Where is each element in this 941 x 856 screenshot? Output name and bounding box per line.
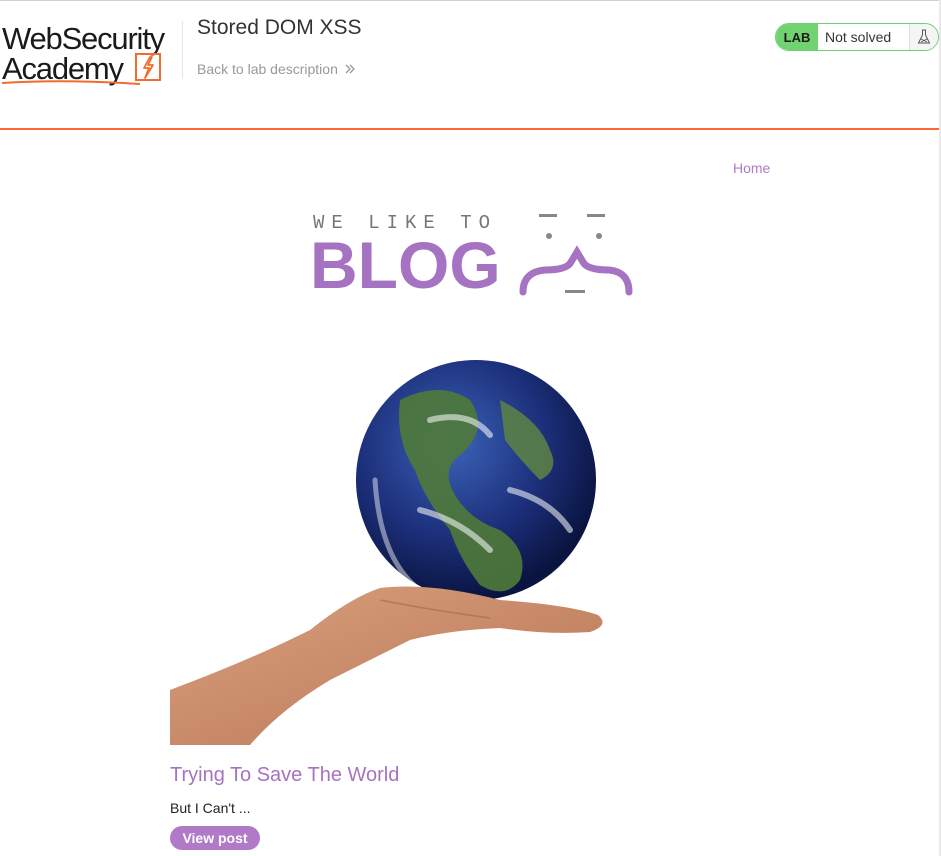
post-summary: But I Can't ... xyxy=(170,800,251,816)
logo-swoosh-icon xyxy=(2,80,141,85)
view-post-button[interactable]: View post xyxy=(170,826,260,850)
lab-header: WebSecurity Academy Stored DOM XSS Back … xyxy=(0,0,941,130)
back-to-lab-description-link[interactable]: Back to lab description xyxy=(197,61,356,77)
flask-icon xyxy=(917,29,931,44)
logo-text-line1: WebSecurity xyxy=(2,21,165,56)
blog-face-icon xyxy=(519,214,633,296)
page: WebSecurity Academy Stored DOM XSS Back … xyxy=(0,0,941,856)
nav-home-link[interactable]: Home xyxy=(733,160,770,176)
post-image[interactable] xyxy=(170,360,610,745)
chevron-double-right-icon xyxy=(345,64,355,74)
back-link-label: Back to lab description xyxy=(197,61,338,77)
banner-blog-word: BLOG xyxy=(310,228,501,302)
web-security-academy-logo[interactable]: WebSecurity Academy xyxy=(2,21,180,87)
blog-banner: WE LIKE TO BLOG xyxy=(310,208,640,304)
lab-badge: LAB xyxy=(776,24,818,50)
globe-in-hand-image xyxy=(170,360,603,745)
header-divider xyxy=(182,21,183,79)
flask-icon-cell xyxy=(909,24,938,50)
post-title-link[interactable]: Trying To Save The World xyxy=(170,764,399,787)
lab-status-text: Not solved xyxy=(825,29,892,45)
lab-title: Stored DOM XSS xyxy=(197,16,362,39)
lab-status-widget[interactable]: LAB Not solved xyxy=(775,23,939,51)
